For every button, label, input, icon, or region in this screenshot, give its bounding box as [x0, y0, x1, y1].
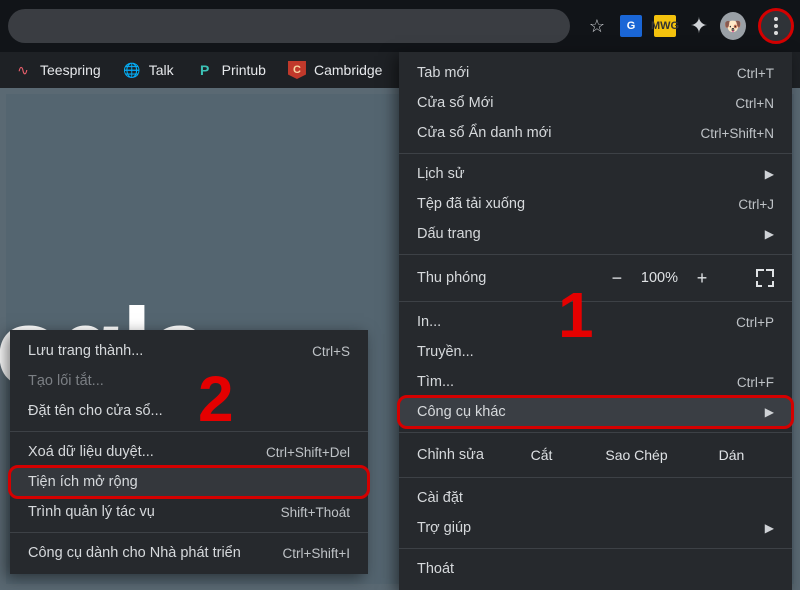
zoom-label: Thu phóng: [417, 270, 486, 286]
chevron-right-icon: ▶: [765, 167, 774, 181]
menu-downloads[interactable]: Tệp đã tải xuống Ctrl+J: [399, 189, 792, 219]
menu-new-window[interactable]: Cửa sổ Mới Ctrl+N: [399, 88, 792, 118]
zoom-value: 100%: [641, 270, 678, 286]
kebab-menu-button[interactable]: [758, 8, 794, 44]
menu-separator: [10, 431, 368, 432]
menu-separator: [399, 432, 792, 433]
submenu-task-manager[interactable]: Trình quản lý tác vụ Shift+Thoát: [10, 497, 368, 527]
menu-separator: [399, 153, 792, 154]
globe-icon: 🌐: [123, 61, 141, 79]
submenu-save-as[interactable]: Lưu trang thành... Ctrl+S: [10, 336, 368, 366]
submenu-extensions[interactable]: Tiện ích mở rộng: [10, 467, 368, 497]
edit-cut[interactable]: Cắt: [499, 447, 584, 463]
mwg-icon[interactable]: MWG: [652, 13, 678, 39]
menu-find[interactable]: Tìm... Ctrl+F: [399, 367, 792, 397]
chevron-right-icon: ▶: [765, 405, 774, 419]
edit-copy[interactable]: Sao Chép: [594, 447, 679, 463]
more-tools-submenu: Lưu trang thành... Ctrl+S Tạo lối tắt...…: [10, 330, 368, 574]
bookmark-label: Teespring: [40, 62, 101, 78]
extensions-icon[interactable]: ✦: [686, 13, 712, 39]
menu-print[interactable]: In... Ctrl+P: [399, 307, 792, 337]
browser-toolbar: ☆ G MWG ✦ 🐶: [0, 0, 800, 52]
teespring-icon: ∿: [14, 61, 32, 79]
zoom-in-button[interactable]: +: [694, 268, 710, 289]
edit-paste[interactable]: Dán: [689, 447, 774, 463]
menu-more-tools[interactable]: Công cụ khác ▶: [399, 397, 792, 427]
bookmark-cambridge[interactable]: C Cambridge: [288, 61, 382, 79]
menu-zoom: Thu phóng − 100% +: [399, 260, 792, 296]
menu-new-tab[interactable]: Tab mới Ctrl+T: [399, 58, 792, 88]
bookmark-printub[interactable]: P Printub: [196, 61, 266, 79]
menu-settings[interactable]: Cài đặt: [399, 483, 792, 513]
menu-separator: [399, 477, 792, 478]
menu-history[interactable]: Lịch sử ▶: [399, 159, 792, 189]
bookmark-label: Cambridge: [314, 62, 382, 78]
chevron-right-icon: ▶: [765, 521, 774, 535]
submenu-name-window[interactable]: Đặt tên cho cửa sổ...: [10, 396, 368, 426]
profile-avatar[interactable]: 🐶: [720, 13, 746, 39]
submenu-dev-tools[interactable]: Công cụ dành cho Nhà phát triển Ctrl+Shi…: [10, 538, 368, 568]
cambridge-icon: C: [288, 61, 306, 79]
address-bar[interactable]: [8, 9, 570, 43]
submenu-create-shortcut[interactable]: Tạo lối tắt...: [10, 366, 368, 396]
menu-separator: [10, 532, 368, 533]
submenu-clear-browsing-data[interactable]: Xoá dữ liệu duyệt... Ctrl+Shift+Del: [10, 437, 368, 467]
printub-icon: P: [196, 61, 214, 79]
menu-cast[interactable]: Truyền...: [399, 337, 792, 367]
menu-separator: [399, 301, 792, 302]
star-icon[interactable]: ☆: [584, 13, 610, 39]
bookmark-talk[interactable]: 🌐 Talk: [123, 61, 174, 79]
menu-separator: [399, 254, 792, 255]
zoom-out-button[interactable]: −: [609, 268, 625, 289]
chrome-main-menu: Tab mới Ctrl+T Cửa sổ Mới Ctrl+N Cửa sổ …: [399, 52, 792, 590]
bookmark-teespring[interactable]: ∿ Teespring: [14, 61, 101, 79]
menu-edit-row: Chỉnh sửa Cắt Sao Chép Dán: [399, 438, 792, 472]
menu-separator: [399, 548, 792, 549]
chevron-right-icon: ▶: [765, 227, 774, 241]
edit-label: Chỉnh sửa: [417, 447, 499, 463]
fullscreen-icon[interactable]: [756, 269, 774, 287]
menu-incognito[interactable]: Cửa sổ Ẩn danh mới Ctrl+Shift+N: [399, 118, 792, 148]
toolbar-icons: ☆ G MWG ✦ 🐶: [584, 8, 794, 44]
bookmark-label: Printub: [222, 62, 266, 78]
menu-bookmarks[interactable]: Dấu trang ▶: [399, 219, 792, 249]
bookmark-label: Talk: [149, 62, 174, 78]
translate-icon[interactable]: G: [618, 13, 644, 39]
menu-exit[interactable]: Thoát: [399, 554, 792, 584]
menu-help[interactable]: Trợ giúp ▶: [399, 513, 792, 543]
